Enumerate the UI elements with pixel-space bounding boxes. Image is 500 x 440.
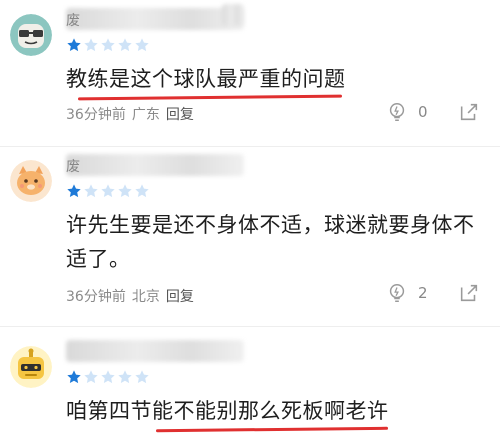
share-icon[interactable]: [458, 101, 480, 123]
comment-time: 36分钟前: [66, 107, 126, 123]
comment-meta: 36分钟前 广东 回复: [66, 104, 194, 124]
lightbulb-icon: [389, 103, 405, 121]
like-button[interactable]: 2: [386, 282, 428, 304]
reply-button[interactable]: 回复: [166, 286, 194, 306]
avatar[interactable]: [10, 160, 52, 202]
username-initial: 废: [66, 159, 80, 175]
like-count: 2: [418, 284, 428, 302]
username-initial: 废: [66, 13, 80, 29]
star-rating: [66, 37, 150, 53]
comment-text: 教练是这个球队最严重的问题: [66, 67, 346, 91]
username-redacted[interactable]: [66, 8, 244, 30]
comment-text: 许先生要是还不身体不适，球迷就要身体不 适了。: [66, 208, 486, 276]
comment-text-line: 适了。: [66, 247, 131, 271]
star-empty-icon: [101, 38, 115, 52]
username-redacted-extra: [222, 4, 244, 26]
star-empty-icon: [84, 370, 98, 384]
star-empty-icon: [118, 38, 132, 52]
avatar[interactable]: [10, 346, 52, 388]
star-empty-icon: [84, 184, 98, 198]
like-count: 0: [418, 103, 428, 121]
star-empty-icon: [118, 184, 132, 198]
divider: [0, 146, 500, 147]
lightbulb-icon: [389, 284, 405, 302]
star-filled-icon: [67, 370, 81, 384]
star-rating: [66, 183, 150, 199]
star-filled-icon: [67, 38, 81, 52]
comment-location: 北京: [131, 289, 160, 305]
comment-text-line: 许先生要是还不身体不适，球迷就要身体不: [66, 213, 475, 237]
username-redacted[interactable]: [66, 154, 244, 176]
divider: [0, 326, 500, 327]
star-empty-icon: [101, 370, 115, 384]
comment-text: 咱第四节能不能别那么死板啊老许: [66, 399, 389, 423]
like-button[interactable]: 0: [386, 101, 428, 123]
star-empty-icon: [135, 184, 149, 198]
username-redacted[interactable]: [66, 340, 244, 362]
avatar[interactable]: [10, 14, 52, 56]
star-rating: [66, 369, 150, 385]
comment-location: 广东: [131, 107, 160, 123]
star-empty-icon: [118, 370, 132, 384]
reply-button[interactable]: 回复: [166, 104, 194, 124]
comment-meta: 36分钟前 北京 回复: [66, 286, 194, 306]
star-empty-icon: [84, 38, 98, 52]
star-filled-icon: [67, 184, 81, 198]
star-empty-icon: [135, 38, 149, 52]
star-empty-icon: [135, 370, 149, 384]
share-icon[interactable]: [458, 282, 480, 304]
star-empty-icon: [101, 184, 115, 198]
comment-time: 36分钟前: [66, 289, 126, 305]
